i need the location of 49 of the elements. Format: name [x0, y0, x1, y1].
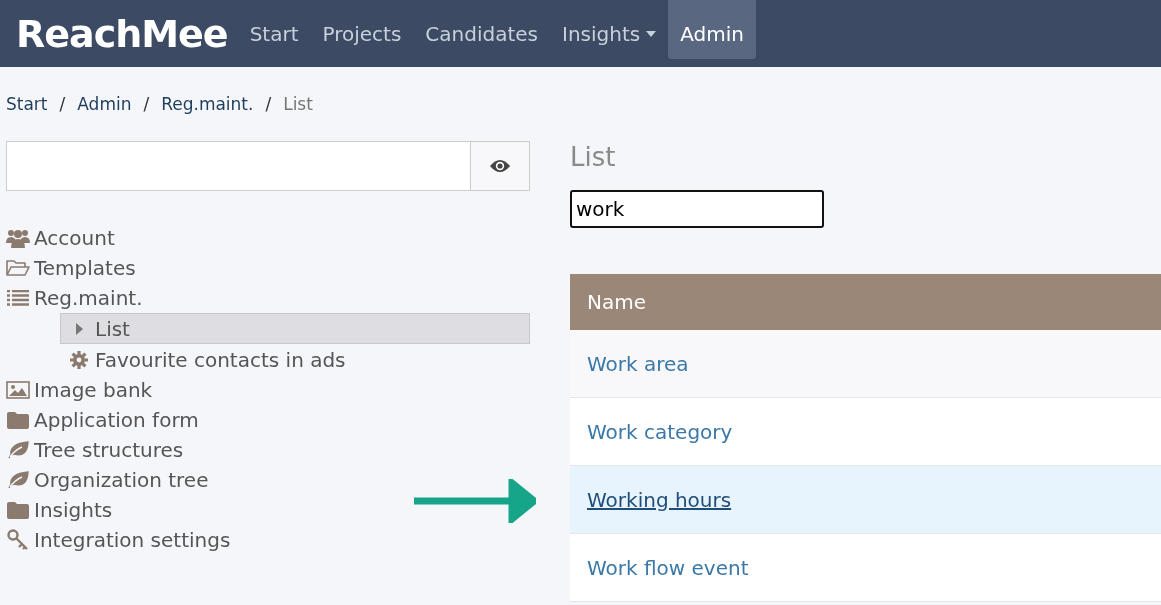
- folder-icon: [7, 501, 29, 519]
- row-link[interactable]: Work flow event: [587, 555, 749, 580]
- image-icon: [6, 381, 30, 399]
- tree-item[interactable]: Templates: [6, 253, 136, 283]
- filter-field[interactable]: work: [570, 190, 824, 228]
- key-icon: [7, 529, 29, 551]
- leaf-icon: [7, 471, 29, 489]
- leaf-icon: [7, 441, 29, 459]
- caret-right-icon: [75, 322, 83, 335]
- show-button[interactable]: [470, 142, 529, 190]
- tree-item[interactable]: Favourite contacts in ads: [60, 344, 530, 375]
- open-folder-icon: [6, 259, 30, 277]
- tree-item[interactable]: Organization tree: [6, 465, 209, 495]
- tree-item[interactable]: Account: [6, 223, 115, 253]
- breadcrumb-separator: /: [143, 94, 150, 114]
- nav-link[interactable]: Candidates: [413, 0, 550, 59]
- app-logo[interactable]: ReachMee: [16, 11, 228, 56]
- tree-item[interactable]: Tree structures: [6, 435, 184, 465]
- breadcrumb-link[interactable]: Reg.maint.: [161, 94, 254, 114]
- users-icon: [6, 228, 30, 248]
- list-icon: [7, 290, 29, 306]
- row-link[interactable]: Work area: [587, 351, 689, 376]
- tree-item[interactable]: Reg.maint.: [6, 283, 143, 313]
- eye-icon: [489, 159, 511, 173]
- row-link[interactable]: Work category: [587, 419, 733, 444]
- tree-item[interactable]: Application form: [6, 405, 199, 435]
- caret-icon: [646, 30, 657, 37]
- breadcrumb-link[interactable]: Admin: [77, 94, 132, 114]
- folder-icon: [7, 411, 29, 429]
- breadcrumb-link[interactable]: Start: [6, 94, 48, 114]
- arrow-icon: [414, 479, 536, 523]
- table-row[interactable]: Working hours: [570, 466, 1161, 534]
- page-title: List: [570, 141, 616, 174]
- breadcrumb-separator: /: [265, 94, 272, 114]
- table-row[interactable]: Work category: [570, 398, 1161, 466]
- table-row[interactable]: Work flow event: [570, 534, 1161, 602]
- nav-link[interactable]: Start: [237, 0, 311, 59]
- row-link[interactable]: Working hours: [587, 487, 732, 512]
- nav-link[interactable]: Projects: [310, 0, 414, 59]
- nav-link[interactable]: Admin: [668, 0, 756, 59]
- search-field[interactable]: [6, 141, 530, 191]
- nav-link[interactable]: Insights: [550, 0, 669, 59]
- gear-icon: [70, 350, 88, 369]
- breadcrumb-separator: /: [59, 94, 66, 114]
- tree-item[interactable]: Integration settings: [6, 525, 231, 555]
- tree-item[interactable]: Image bank: [6, 375, 153, 405]
- tree-item[interactable]: Insights: [6, 495, 113, 525]
- tree-item[interactable]: List: [60, 313, 530, 344]
- breadcrumb-current: List: [283, 94, 313, 114]
